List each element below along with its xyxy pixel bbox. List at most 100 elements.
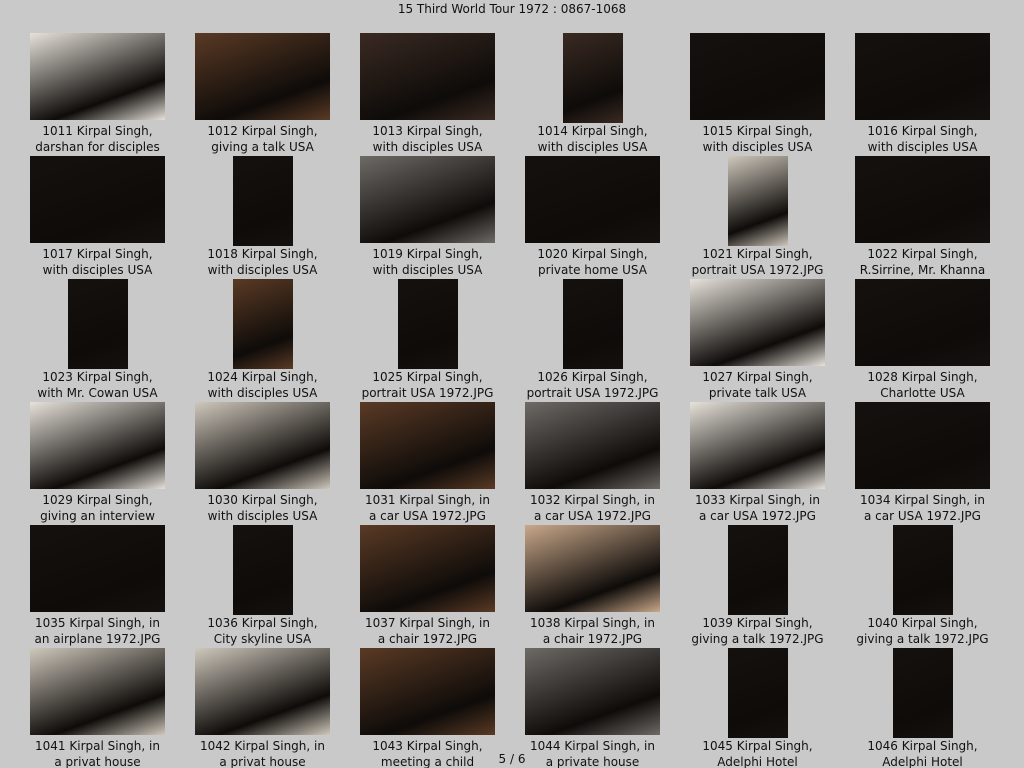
photo-thumbnail[interactable] xyxy=(727,156,788,246)
caption-line-1: 1011 Kirpal Singh, xyxy=(42,124,153,138)
thumbnail-item[interactable]: 1023 Kirpal Singh, with Mr. Cowan USA xyxy=(15,279,180,402)
thumbnail-item[interactable]: 1026 Kirpal Singh, portrait USA 1972.JPG xyxy=(510,279,675,402)
caption-line-1: 1041 Kirpal Singh, in xyxy=(35,739,160,753)
thumbnail-item[interactable]: 1031 Kirpal Singh, in a car USA 1972.JPG xyxy=(345,402,510,525)
photo-thumbnail[interactable] xyxy=(195,402,330,489)
photo-thumbnail[interactable] xyxy=(232,156,293,246)
photo-thumbnail[interactable] xyxy=(232,525,293,615)
thumbnail-item[interactable]: 1038 Kirpal Singh, in a chair 1972.JPG xyxy=(510,525,675,648)
photo-thumbnail[interactable] xyxy=(525,402,660,489)
thumbnail-item[interactable]: 1021 Kirpal Singh, portrait USA 1972.JPG xyxy=(675,156,840,279)
photo-thumbnail[interactable] xyxy=(690,402,825,489)
caption-line-2: City skyline USA xyxy=(213,631,312,646)
photo-thumbnail[interactable] xyxy=(855,279,990,366)
thumbnail-item[interactable]: 1013 Kirpal Singh, with disciples USA xyxy=(345,33,510,156)
photo-thumbnail[interactable] xyxy=(525,648,660,735)
caption-line-2: giving an interview xyxy=(40,508,155,523)
photo-thumbnail[interactable] xyxy=(232,279,293,369)
photo-thumbnail[interactable] xyxy=(360,648,495,735)
photo-thumbnail[interactable] xyxy=(892,525,953,615)
photo-thumbnail[interactable] xyxy=(195,33,330,120)
photo-thumbnail[interactable] xyxy=(855,33,990,120)
photo-thumbnail[interactable] xyxy=(67,279,128,369)
photo-thumbnail[interactable] xyxy=(727,525,788,615)
photo-thumbnail[interactable] xyxy=(360,402,495,489)
thumbnail-item[interactable]: 1034 Kirpal Singh, in a car USA 1972.JPG xyxy=(840,402,1005,525)
thumbnail-item[interactable]: 1025 Kirpal Singh, portrait USA 1972.JPG xyxy=(345,279,510,402)
thumbnail-item[interactable]: 1029 Kirpal Singh, giving an interview xyxy=(15,402,180,525)
thumbnail-item[interactable]: 1030 Kirpal Singh, with disciples USA xyxy=(180,402,345,525)
caption-line-2: with disciples USA xyxy=(372,139,483,154)
thumbnail-caption: 1021 Kirpal Singh, portrait USA 1972.JPG xyxy=(675,247,840,278)
caption-line-2: with Mr. Cowan USA xyxy=(37,385,158,400)
caption-line-1: 1037 Kirpal Singh, in xyxy=(365,616,490,630)
photo-thumbnail[interactable] xyxy=(360,33,495,120)
thumbnail-item[interactable]: 1035 Kirpal Singh, in an airplane 1972.JP… xyxy=(15,525,180,648)
photo-thumbnail[interactable] xyxy=(30,156,165,243)
thumbnail-image-area xyxy=(510,33,675,123)
page-indicator[interactable]: 5 / 6 xyxy=(480,752,544,766)
thumbnail-item[interactable]: 1014 Kirpal Singh, with disciples USA xyxy=(510,33,675,156)
thumbnail-item[interactable]: 1046 Kirpal Singh, Adelphi Hotel xyxy=(840,648,1005,768)
thumbnail-item[interactable]: 1041 Kirpal Singh, in a privat house xyxy=(15,648,180,768)
photo-thumbnail[interactable] xyxy=(195,648,330,735)
thumbnail-item[interactable]: 1015 Kirpal Singh, with disciples USA xyxy=(675,33,840,156)
thumbnail-caption: 1011 Kirpal Singh, darshan for disciples xyxy=(15,124,180,155)
photo-thumbnail[interactable] xyxy=(690,279,825,366)
caption-line-2: with disciples USA xyxy=(372,262,483,277)
photo-thumbnail[interactable] xyxy=(855,402,990,489)
thumbnail-item[interactable]: 1040 Kirpal Singh, giving a talk 1972.JPG xyxy=(840,525,1005,648)
photo-thumbnail[interactable] xyxy=(892,648,953,738)
caption-line-2: darshan for disciples xyxy=(35,139,160,154)
thumbnail-item[interactable]: 1019 Kirpal Singh, with disciples USA xyxy=(345,156,510,279)
photo-thumbnail[interactable] xyxy=(690,33,825,120)
thumbnail-item[interactable]: 1028 Kirpal Singh, Charlotte USA xyxy=(840,279,1005,402)
photo-thumbnail[interactable] xyxy=(562,33,623,123)
thumbnail-item[interactable]: 1039 Kirpal Singh, giving a talk 1972.JPG xyxy=(675,525,840,648)
photo-thumbnail[interactable] xyxy=(727,648,788,738)
caption-line-2: a chair 1972.JPG xyxy=(542,631,643,646)
thumbnail-caption: 1025 Kirpal Singh, portrait USA 1972.JPG xyxy=(345,370,510,401)
thumbnail-item[interactable]: 1042 Kirpal Singh, in a privat house xyxy=(180,648,345,768)
thumbnail-item[interactable]: 1011 Kirpal Singh, darshan for disciples xyxy=(15,33,180,156)
photo-thumbnail[interactable] xyxy=(30,402,165,489)
photo-thumbnail[interactable] xyxy=(525,156,660,243)
thumbnail-item[interactable]: 1012 Kirpal Singh, giving a talk USA xyxy=(180,33,345,156)
thumbnail-caption: 1014 Kirpal Singh, with disciples USA xyxy=(510,124,675,155)
photo-thumbnail[interactable] xyxy=(525,525,660,612)
thumbnail-item[interactable]: 1036 Kirpal Singh, City skyline USA xyxy=(180,525,345,648)
photo-thumbnail[interactable] xyxy=(360,525,495,612)
thumbnail-caption: 1041 Kirpal Singh, in a privat house xyxy=(15,739,180,768)
thumbnail-item[interactable]: 1045 Kirpal Singh, Adelphi Hotel xyxy=(675,648,840,768)
photo-thumbnail[interactable] xyxy=(562,279,623,369)
thumbnail-item[interactable]: 1022 Kirpal Singh, R.Sirrine, Mr. Khanna xyxy=(840,156,1005,279)
caption-line-1: 1032 Kirpal Singh, in xyxy=(530,493,655,507)
caption-line-1: 1022 Kirpal Singh, xyxy=(867,247,978,261)
caption-line-1: 1042 Kirpal Singh, in xyxy=(200,739,325,753)
thumbnail-item[interactable]: 1024 Kirpal Singh, with disciples USA xyxy=(180,279,345,402)
photo-thumbnail[interactable] xyxy=(855,156,990,243)
caption-line-1: 1028 Kirpal Singh, xyxy=(867,370,978,384)
thumbnail-item[interactable]: 1032 Kirpal Singh, in a car USA 1972.JPG xyxy=(510,402,675,525)
thumbnail-item[interactable]: 1020 Kirpal Singh, private home USA xyxy=(510,156,675,279)
photo-thumbnail[interactable] xyxy=(30,33,165,120)
photo-thumbnail[interactable] xyxy=(30,648,165,735)
thumbnail-caption: 1035 Kirpal Singh, in an airplane 1972.JP… xyxy=(15,616,180,647)
thumbnail-item[interactable]: 1017 Kirpal Singh, with disciples USA xyxy=(15,156,180,279)
thumbnail-item[interactable]: 1033 Kirpal Singh, in a car USA 1972.JPG xyxy=(675,402,840,525)
caption-line-2: Charlotte USA xyxy=(880,385,965,400)
photo-thumbnail[interactable] xyxy=(30,525,165,612)
thumbnail-caption: 1045 Kirpal Singh, Adelphi Hotel xyxy=(675,739,840,768)
thumbnail-caption: 1032 Kirpal Singh, in a car USA 1972.JPG xyxy=(510,493,675,524)
thumbnail-item[interactable]: 1027 Kirpal Singh, private talk USA xyxy=(675,279,840,402)
thumbnail-image-area xyxy=(510,156,675,246)
thumbnail-item[interactable]: 1043 Kirpal Singh, meeting a child xyxy=(345,648,510,768)
caption-line-2: giving a talk 1972.JPG xyxy=(856,631,989,646)
photo-thumbnail[interactable] xyxy=(397,279,458,369)
photo-thumbnail[interactable] xyxy=(360,156,495,243)
caption-line-2: Adelphi Hotel xyxy=(717,754,798,768)
thumbnail-item[interactable]: 1037 Kirpal Singh, in a chair 1972.JPG xyxy=(345,525,510,648)
thumbnail-item[interactable]: 1018 Kirpal Singh, with disciples USA xyxy=(180,156,345,279)
thumbnail-item[interactable]: 1016 Kirpal Singh, with disciples USA xyxy=(840,33,1005,156)
thumbnail-item[interactable]: 1044 Kirpal Singh, in a private house xyxy=(510,648,675,768)
